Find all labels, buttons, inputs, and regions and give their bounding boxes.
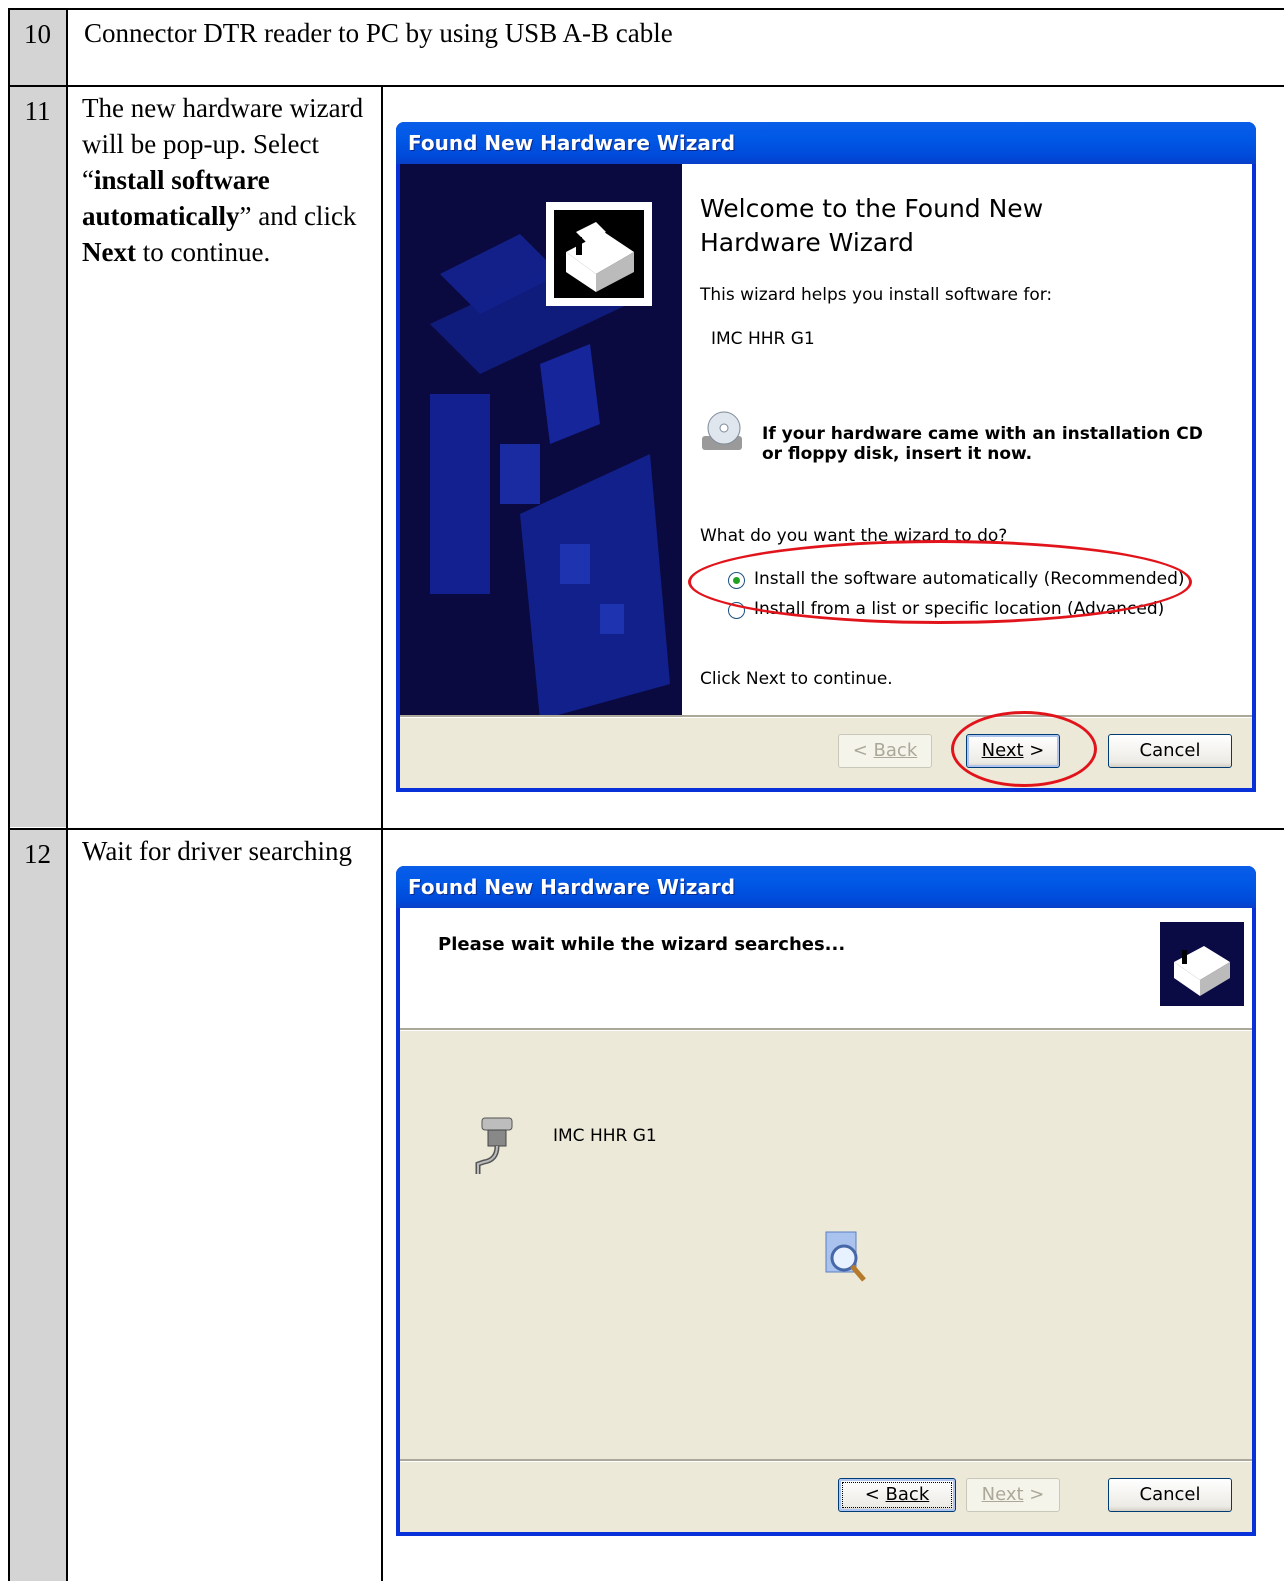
instruction-table: 10 Connector DTR reader to PC by using U… [0,0,1284,1581]
table-border [8,828,1284,830]
wizard-heading: Please wait while the wizard searches... [438,934,846,955]
dialog-title: Found New Hardware Wizard [408,875,736,899]
title-bar[interactable]: Found New Hardware Wizard [396,122,1256,164]
table-border [8,8,10,1581]
device-name: IMC HHR G1 [711,329,815,349]
cancel-button[interactable]: Cancel [1108,1478,1232,1512]
back-button[interactable]: < Back [838,1478,956,1512]
next-button[interactable]: Next > [966,1478,1060,1512]
highlight-ring-next-button [951,711,1097,787]
button-separator [400,715,1252,718]
step-12-text: Wait for driver searching [82,836,352,866]
wizard-content-pane: Welcome to the Found New Hardware Wizard… [682,164,1252,716]
wizard-header: Please wait while the wizard searches... [400,908,1252,1028]
cancel-button[interactable]: Cancel [1108,734,1232,768]
back-button[interactable]: < Back [838,734,932,768]
button-separator [400,1459,1252,1462]
step-10-text: Connector DTR reader to PC by using USB … [84,18,673,48]
table-border [8,85,1284,87]
wizard-side-graphic [400,164,682,716]
serial-port-icon [475,1117,513,1174]
device-name: IMC HHR G1 [553,1126,657,1146]
step-number-11: 11 [9,86,66,827]
wizard-heading: Welcome to the Found New Hardware Wizard [700,194,1044,257]
dialog-client: Please wait while the wizard searches...… [400,908,1252,1532]
dialog-title: Found New Hardware Wizard [408,131,736,155]
cd-drive-icon [702,411,742,450]
step-number-12: 12 [9,829,66,1581]
step-number-10: 10 [9,9,66,85]
table-border [8,8,1284,10]
header-separator [400,1028,1252,1031]
cd-note: If your hardware came with an installati… [762,424,1203,464]
wizard-intro: This wizard helps you install software f… [700,285,1053,305]
search-icon [825,1231,866,1282]
hardware-icon [546,202,652,306]
title-bar[interactable]: Found New Hardware Wizard [396,866,1256,908]
wizard-dialog-searching: Found New Hardware Wizard Please wait wh… [396,866,1256,1536]
footer-hint: Click Next to continue. [700,669,893,689]
highlight-ring-auto-option [688,540,1192,624]
table-border [381,86,383,1581]
dialog-client: Welcome to the Found New Hardware Wizard… [400,164,1252,788]
wizard-dialog-welcome: Found New Hardware Wizard Welcome to the… [396,122,1256,792]
table-border [66,8,68,1581]
step-11-text: The new hardware wizard will be pop-up. … [82,93,364,267]
hardware-icon [1160,922,1244,1006]
